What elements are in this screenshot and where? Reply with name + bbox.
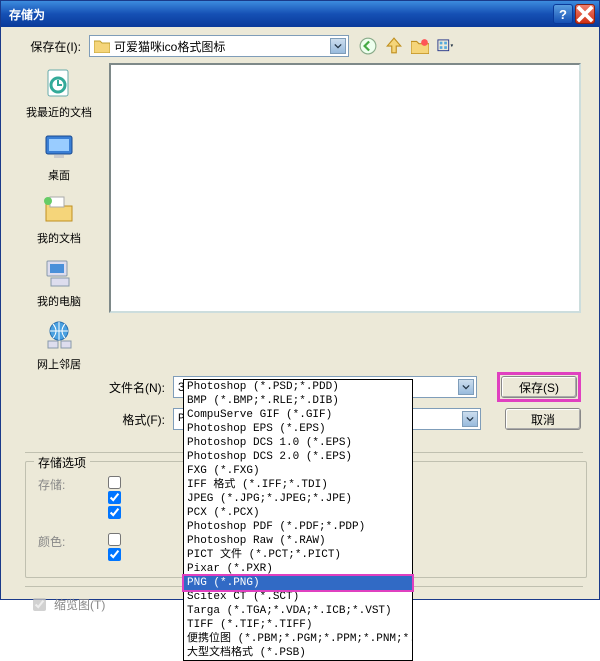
format-label: 格式(F): (103, 411, 173, 428)
format-option[interactable]: Photoshop Raw (*.RAW) (184, 534, 412, 548)
desktop-icon (42, 130, 76, 164)
view-menu-icon[interactable] (437, 37, 455, 55)
places-mydocs[interactable]: 我的文档 (37, 193, 81, 246)
thumbnail-label: 缩览图(T) (54, 596, 105, 613)
save-button[interactable]: 保存(S) (501, 376, 577, 398)
places-sidebar: 我最近的文档 桌面 我的文档 我的电脑 网上邻居 (19, 63, 99, 372)
color-check-2[interactable] (108, 548, 121, 561)
format-option[interactable]: Pixar (*.PXR) (184, 562, 412, 576)
format-option[interactable]: Photoshop (*.PSD;*.PDD) (184, 380, 412, 394)
format-option[interactable]: PCX (*.PCX) (184, 506, 412, 520)
format-dropdown-list[interactable]: Photoshop (*.PSD;*.PDD) BMP (*.BMP;*.RLE… (183, 379, 413, 661)
format-option[interactable]: CompuServe GIF (*.GIF) (184, 408, 412, 422)
format-option-selected[interactable]: PNG (*.PNG) (184, 576, 412, 590)
format-option[interactable]: Photoshop EPS (*.EPS) (184, 422, 412, 436)
format-option[interactable]: TIFF (*.TIF;*.TIFF) (184, 618, 412, 632)
titlebar: 存储为 ? (1, 1, 599, 27)
group-legend: 存储选项 (34, 454, 90, 471)
computer-icon (42, 256, 76, 290)
chevron-down-icon (330, 38, 346, 54)
format-option[interactable]: 便携位图 (*.PBM;*.PGM;*.PPM;*.PNM;*.PFM; (184, 632, 412, 646)
format-option[interactable]: JPEG (*.JPG;*.JPEG;*.JPE) (184, 492, 412, 506)
recent-docs-icon (42, 67, 76, 101)
window-title: 存储为 (9, 6, 551, 23)
close-button[interactable] (575, 4, 595, 24)
color-label: 颜色: (38, 533, 108, 550)
opt-check-1[interactable] (108, 476, 121, 489)
filename-label: 文件名(N): (103, 379, 173, 396)
save-as-dialog: 存储为 ? 保存在(I): 可爱猫咪ico格式图标 (0, 0, 600, 600)
save-button-highlight: 保存(S) (497, 372, 581, 402)
format-option[interactable]: FXG (*.FXG) (184, 464, 412, 478)
nav-toolbar (359, 37, 455, 55)
help-button[interactable]: ? (553, 4, 573, 24)
places-mycomputer[interactable]: 我的电脑 (37, 256, 81, 309)
back-icon[interactable] (359, 37, 377, 55)
new-folder-icon[interactable] (411, 37, 429, 55)
save-in-combo[interactable]: 可爱猫咪ico格式图标 (89, 35, 349, 57)
format-option[interactable]: Photoshop PDF (*.PDF;*.PDP) (184, 520, 412, 534)
folder-icon (94, 39, 110, 53)
color-check-1[interactable] (108, 533, 121, 546)
opt-check-2[interactable] (108, 491, 121, 504)
format-option[interactable]: Targa (*.TGA;*.VDA;*.ICB;*.VST) (184, 604, 412, 618)
format-option[interactable]: Photoshop DCS 2.0 (*.EPS) (184, 450, 412, 464)
chevron-down-icon (458, 379, 474, 395)
places-network[interactable]: 网上邻居 (37, 319, 81, 372)
storage-label: 存储: (38, 476, 108, 493)
cancel-button[interactable]: 取消 (505, 408, 581, 430)
places-desktop[interactable]: 桌面 (42, 130, 76, 183)
format-option[interactable]: Scitex CT (*.SCT) (184, 590, 412, 604)
up-icon[interactable] (385, 37, 403, 55)
chevron-down-icon (462, 411, 478, 427)
places-recent[interactable]: 我最近的文档 (26, 67, 92, 120)
mydocs-icon (42, 193, 76, 227)
network-icon (42, 319, 76, 353)
format-option[interactable]: 大型文档格式 (*.PSB) (184, 646, 412, 660)
format-option[interactable]: PICT 文件 (*.PCT;*.PICT) (184, 548, 412, 562)
format-option[interactable]: Photoshop DCS 1.0 (*.EPS) (184, 436, 412, 450)
format-option[interactable]: BMP (*.BMP;*.RLE;*.DIB) (184, 394, 412, 408)
save-in-label: 保存在(I): (19, 38, 89, 55)
file-list-pane[interactable] (109, 63, 581, 313)
format-option[interactable]: IFF 格式 (*.IFF;*.TDI) (184, 478, 412, 492)
opt-check-3[interactable] (108, 506, 121, 519)
save-in-value: 可爱猫咪ico格式图标 (114, 38, 225, 55)
